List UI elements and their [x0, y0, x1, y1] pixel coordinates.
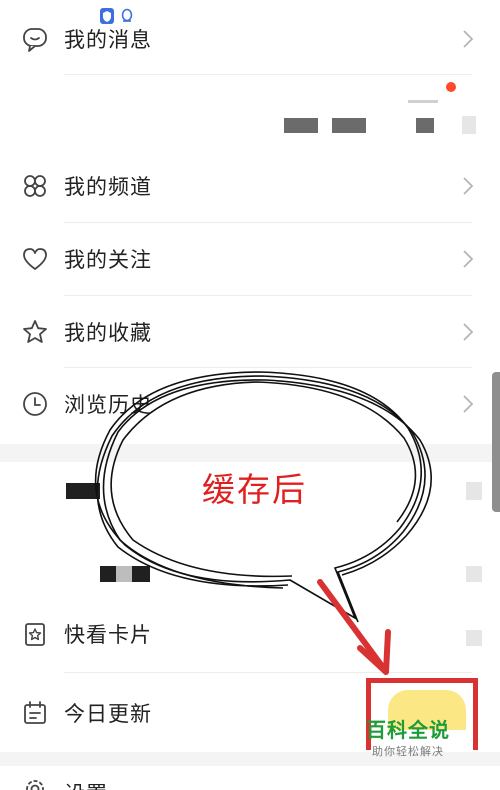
watermark-subtitle: 助你轻松解决	[372, 745, 444, 758]
annotation-text: 缓存后	[202, 470, 307, 509]
speech-bubble	[94, 371, 432, 675]
watermark-title: 百科全说	[366, 718, 450, 742]
